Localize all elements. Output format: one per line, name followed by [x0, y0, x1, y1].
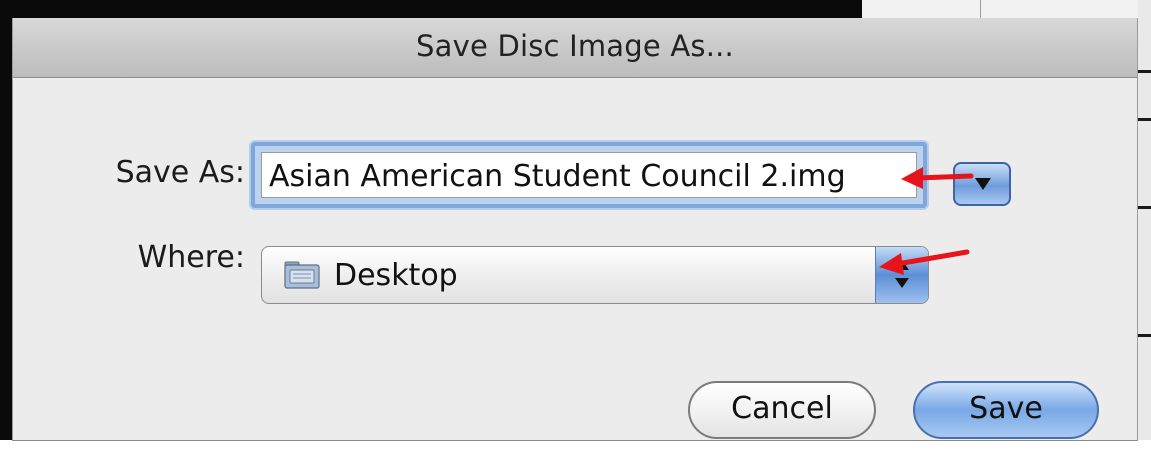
where-value: Desktop: [334, 258, 458, 293]
save-button[interactable]: Save: [913, 381, 1099, 439]
annotation-arrow-where: [879, 249, 970, 275]
dialog-title: Save Disc Image As...: [416, 29, 734, 63]
background-window-strip: [1138, 0, 1151, 440]
annotation-arrow-save-as: [901, 167, 974, 189]
dialog-titlebar: Save Disc Image As...: [13, 18, 1137, 78]
save-as-field[interactable]: Asian American Student Council 2.img: [251, 142, 927, 208]
save-dialog: Save Disc Image As... Save As: Asian Ame…: [12, 18, 1138, 441]
folder-icon: [284, 261, 320, 289]
where-label: Where:: [137, 240, 245, 275]
triangle-down-icon: [975, 178, 991, 190]
save-as-value[interactable]: Asian American Student Council 2.img: [269, 159, 846, 194]
save-as-label: Save As:: [115, 155, 245, 190]
background-window-right: [862, 0, 1138, 19]
cancel-button[interactable]: Cancel: [688, 381, 876, 439]
background-edge: [0, 0, 12, 440]
where-popup-button[interactable]: Desktop: [261, 246, 929, 304]
